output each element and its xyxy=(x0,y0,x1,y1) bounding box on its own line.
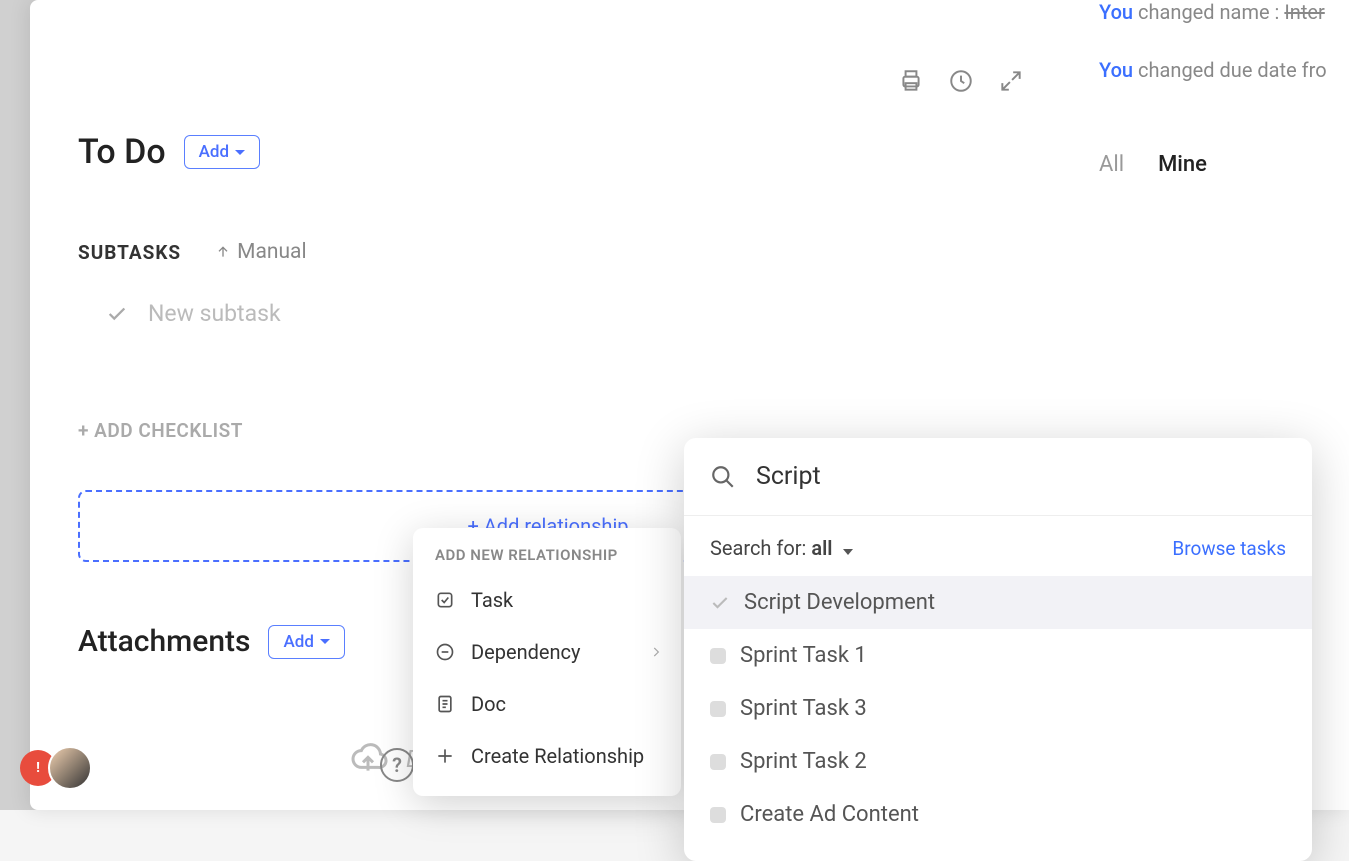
subtask-placeholder: New subtask xyxy=(148,300,281,327)
status-marker xyxy=(710,701,726,717)
search-result[interactable]: Sprint Task 2 xyxy=(684,735,1312,788)
status-marker xyxy=(710,648,726,664)
search-result[interactable]: Script Development xyxy=(684,576,1312,629)
arrow-up-icon xyxy=(215,244,231,260)
search-scope[interactable]: Search for: all xyxy=(710,536,853,560)
activity-item: You changed name : Inter xyxy=(1099,0,1349,24)
status-marker xyxy=(710,754,726,770)
status-marker xyxy=(710,807,726,823)
dropdown-title: ADD NEW RELATIONSHIP xyxy=(413,546,681,574)
help-button[interactable]: ? xyxy=(380,748,414,782)
rel-option-plus[interactable]: Create Relationship xyxy=(413,730,681,782)
attachments-title: Attachments xyxy=(78,624,250,659)
history-icon[interactable] xyxy=(948,68,974,94)
activity-panel: You changed name : Inter You changed due… xyxy=(1099,0,1349,177)
check-icon xyxy=(106,303,128,325)
new-subtask-input[interactable]: New subtask xyxy=(106,300,1349,327)
rel-option-dependency[interactable]: Dependency xyxy=(413,626,681,678)
check-icon xyxy=(710,593,730,613)
rel-option-doc[interactable]: Doc xyxy=(413,678,681,730)
search-result[interactable]: Sprint Task 3 xyxy=(684,682,1312,735)
chevron-right-icon xyxy=(649,645,663,659)
expand-icon[interactable] xyxy=(998,68,1024,94)
add-attachment-button[interactable]: Add xyxy=(268,625,344,659)
subtasks-label: SUBTASKS xyxy=(78,241,181,264)
rel-option-task[interactable]: Task xyxy=(413,574,681,626)
search-input[interactable] xyxy=(756,462,1286,491)
search-result[interactable]: Create Ad Content xyxy=(684,788,1312,841)
browse-tasks-link[interactable]: Browse tasks xyxy=(1172,537,1286,560)
search-result[interactable]: Sprint Task 1 xyxy=(684,629,1312,682)
presence-avatars: ! xyxy=(20,746,92,790)
sort-toggle[interactable]: Manual xyxy=(215,240,306,264)
avatar[interactable] xyxy=(48,746,92,790)
task-search-popup: Search for: all Browse tasks Script Deve… xyxy=(684,438,1312,861)
section-title: To Do xyxy=(78,132,166,172)
tab-all[interactable]: All xyxy=(1099,152,1124,177)
add-button[interactable]: Add xyxy=(184,135,260,169)
search-icon xyxy=(710,464,736,490)
print-icon[interactable] xyxy=(898,68,924,94)
relationship-dropdown: ADD NEW RELATIONSHIP TaskDependencyDocCr… xyxy=(413,528,681,796)
activity-item: You changed due date fro xyxy=(1099,58,1349,82)
tab-mine[interactable]: Mine xyxy=(1158,152,1207,177)
